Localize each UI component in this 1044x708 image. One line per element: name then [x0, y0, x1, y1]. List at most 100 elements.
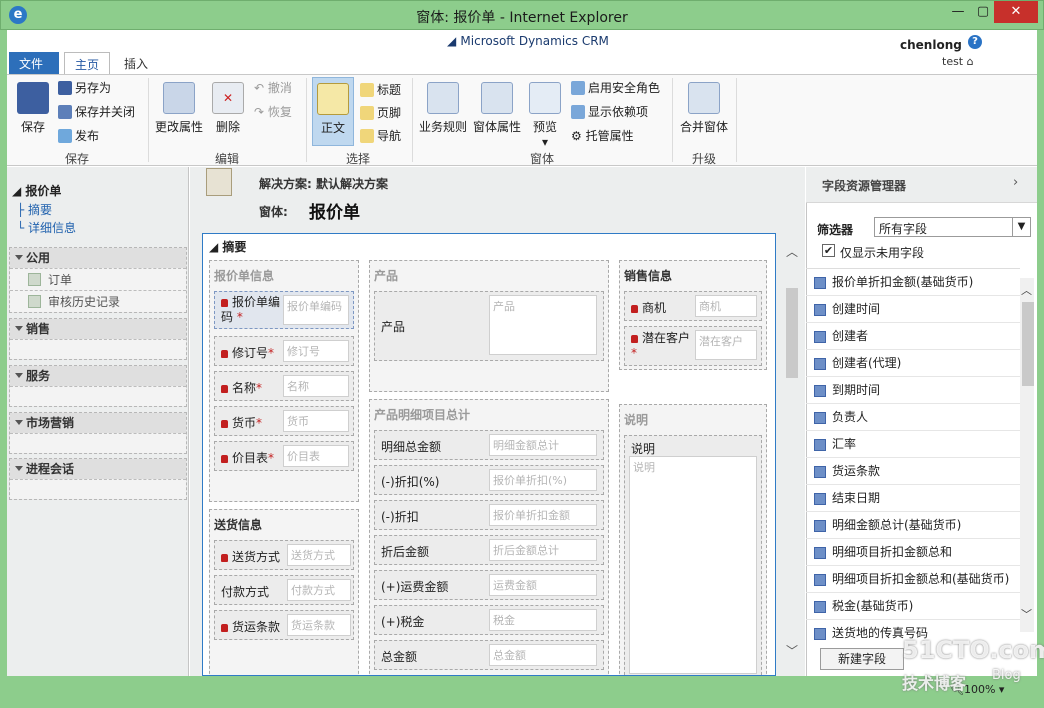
field-potential-customer[interactable]: 潜在客户 * 潜在客户 — [624, 326, 762, 366]
form-scrollbar-thumb[interactable] — [786, 288, 798, 378]
field-list-item[interactable]: 到期时间 — [806, 377, 1020, 404]
field-opportunity[interactable]: 商机 商机 — [624, 291, 762, 321]
nav-item-audit-history[interactable]: 审核历史记录 — [10, 290, 186, 312]
undo-button[interactable]: ↶ 撤消 — [254, 78, 292, 98]
save-as-button[interactable]: 另存为 — [58, 78, 111, 98]
field-input[interactable]: 价目表 — [283, 445, 349, 467]
field-input[interactable]: 名称 — [283, 375, 349, 397]
nav-group-marketing[interactable]: 市场营销 — [9, 412, 187, 454]
scroll-down-icon[interactable]: ﹀ — [1021, 606, 1032, 622]
publish-button[interactable]: 发布 — [58, 126, 99, 146]
nav-group-process[interactable]: 进程会话 — [9, 458, 187, 500]
field-input[interactable]: 总金额 — [489, 644, 597, 666]
field-discount-percent[interactable]: (-)折扣(%) 报价单折扣(%) — [374, 465, 604, 495]
field-input[interactable]: 货币 — [283, 410, 349, 432]
save-button[interactable]: 保存 — [14, 82, 52, 135]
section-description[interactable]: 说明 说明 说明 — [619, 404, 767, 675]
field-list-item[interactable]: 创建者(代理) — [806, 350, 1020, 377]
header-button[interactable]: 标题 — [360, 80, 401, 100]
maximize-icon[interactable]: ▢ — [972, 1, 994, 23]
chevron-down-icon[interactable]: ▼ — [1012, 218, 1030, 236]
tab-home[interactable]: 主页 — [64, 52, 110, 75]
field-list-item[interactable]: 明细金额总计(基础货币) — [806, 512, 1020, 539]
field-payment-terms[interactable]: 付款方式 付款方式 — [214, 575, 354, 605]
field-input[interactable]: 付款方式 — [287, 579, 351, 601]
field-currency[interactable]: 货币* 货币 — [214, 406, 354, 436]
show-dependencies-button[interactable]: 显示依赖项 — [571, 102, 648, 122]
tab-summary-box[interactable]: ◢ 摘要 报价单信息 报价单编码 * 报价单编码 修订号* 修订号 名称* 名称… — [202, 233, 776, 676]
field-input[interactable]: 报价单折扣(%) — [489, 469, 597, 491]
section-product[interactable]: 产品 产品 产品 — [369, 260, 609, 392]
field-freight-amount[interactable]: (+)运费金额 运费金额 — [374, 570, 604, 600]
field-list-item[interactable]: 创建时间 — [806, 296, 1020, 323]
field-list-scroll-thumb[interactable] — [1022, 302, 1034, 386]
scroll-up-icon[interactable]: ︿ — [784, 243, 800, 259]
field-input[interactable]: 报价单折扣金额 — [489, 504, 597, 526]
field-input[interactable]: 潜在客户 — [695, 330, 757, 360]
field-list-item[interactable]: 明细项目折扣金额总和 — [806, 539, 1020, 566]
section-quote-info[interactable]: 报价单信息 报价单编码 * 报价单编码 修订号* 修订号 名称* 名称 货币* … — [209, 260, 359, 502]
nav-group-sales[interactable]: 销售 — [9, 318, 187, 360]
zoom-dropdown-icon[interactable]: ▾ — [999, 683, 1005, 696]
delete-button[interactable]: ✕ 删除 — [210, 82, 246, 135]
field-description[interactable]: 说明 说明 — [624, 435, 762, 675]
field-input[interactable]: 修订号 — [283, 340, 349, 362]
section-line-item-totals[interactable]: 产品明细项目总计 明细总金额 明细金额总计 (-)折扣(%) 报价单折扣(%) … — [369, 399, 609, 675]
field-price-list[interactable]: 价目表* 价目表 — [214, 441, 354, 471]
enable-security-roles-button[interactable]: 启用安全角色 — [571, 78, 660, 98]
field-input[interactable]: 货运条款 — [287, 614, 351, 636]
business-rules-button[interactable]: 业务规则 — [416, 82, 470, 135]
section-shipping[interactable]: 送货信息 送货方式 送货方式 付款方式 付款方式 货运条款 货运条款 — [209, 509, 359, 675]
minimize-icon[interactable]: — — [944, 1, 972, 23]
nav-group-common[interactable]: 公用 订单 审核历史记录 — [9, 247, 187, 313]
field-input[interactable]: 产品 — [489, 295, 597, 355]
new-field-button[interactable]: 新建字段 — [820, 648, 904, 670]
help-icon[interactable]: ? — [968, 35, 982, 49]
merge-forms-button[interactable]: 合并窗体 — [677, 82, 731, 135]
field-list-item[interactable]: 明细项目折扣金额总和(基础货币) — [806, 566, 1020, 593]
managed-properties-button[interactable]: ⚙ 托管属性 — [571, 126, 634, 146]
close-icon[interactable]: ✕ — [994, 1, 1038, 23]
unused-only-checkbox[interactable]: ✔ — [822, 244, 835, 257]
preview-button[interactable]: 预览 ▾ — [526, 82, 564, 149]
field-quote-number[interactable]: 报价单编码 * 报价单编码 — [214, 291, 354, 329]
collapse-icon[interactable]: ⌂ — [967, 55, 974, 68]
save-close-button[interactable]: 保存并关闭 — [58, 102, 135, 122]
field-input[interactable]: 说明 — [629, 456, 757, 674]
field-amount-after-discount[interactable]: 折后金额 折后金额总计 — [374, 535, 604, 565]
filter-select[interactable]: 所有字段 ▼ — [874, 217, 1031, 237]
navigation-button[interactable]: 导航 — [360, 126, 401, 146]
field-list-item[interactable]: 报价单折扣金额(基础货币) — [806, 269, 1020, 296]
form-properties-button[interactable]: 窗体属性 — [470, 82, 524, 135]
scroll-up-icon[interactable]: ︿ — [1021, 282, 1032, 298]
field-list-item[interactable]: 货运条款 — [806, 458, 1020, 485]
field-input[interactable]: 商机 — [695, 295, 757, 317]
nav-summary-link[interactable]: ├ 摘要 — [17, 201, 52, 218]
field-list-item[interactable]: 税金(基础货币) — [806, 593, 1020, 620]
field-input[interactable]: 税金 — [489, 609, 597, 631]
field-list-item[interactable]: 结束日期 — [806, 485, 1020, 512]
field-freight-terms[interactable]: 货运条款 货运条款 — [214, 610, 354, 640]
scroll-down-icon[interactable]: ﹀ — [784, 642, 800, 658]
user-name[interactable]: chenlong — [900, 38, 962, 52]
field-product[interactable]: 产品 产品 — [374, 291, 604, 361]
field-input[interactable]: 运费金额 — [489, 574, 597, 596]
body-button[interactable]: 正文 — [312, 77, 354, 146]
field-input[interactable]: 报价单编码 — [283, 295, 349, 325]
field-total-amount[interactable]: 总金额 总金额 — [374, 640, 604, 670]
redo-button[interactable]: ↷ 恢复 — [254, 102, 292, 122]
field-list-item[interactable]: 负责人 — [806, 404, 1020, 431]
tab-summary-header[interactable]: ◢ 摘要 — [209, 238, 246, 255]
field-revision[interactable]: 修订号* 修订号 — [214, 336, 354, 366]
field-detail-amount[interactable]: 明细总金额 明细金额总计 — [374, 430, 604, 460]
field-input[interactable]: 明细金额总计 — [489, 434, 597, 456]
nav-details-link[interactable]: └ 详细信息 — [17, 219, 76, 236]
field-input[interactable]: 折后金额总计 — [489, 539, 597, 561]
field-input[interactable]: 送货方式 — [287, 544, 351, 566]
field-list-item[interactable]: 汇率 — [806, 431, 1020, 458]
field-tax[interactable]: (+)税金 税金 — [374, 605, 604, 635]
footer-button[interactable]: 页脚 — [360, 103, 401, 123]
tab-file[interactable]: 文件 — [9, 52, 59, 74]
field-ship-method[interactable]: 送货方式 送货方式 — [214, 540, 354, 570]
nav-group-service[interactable]: 服务 — [9, 365, 187, 407]
